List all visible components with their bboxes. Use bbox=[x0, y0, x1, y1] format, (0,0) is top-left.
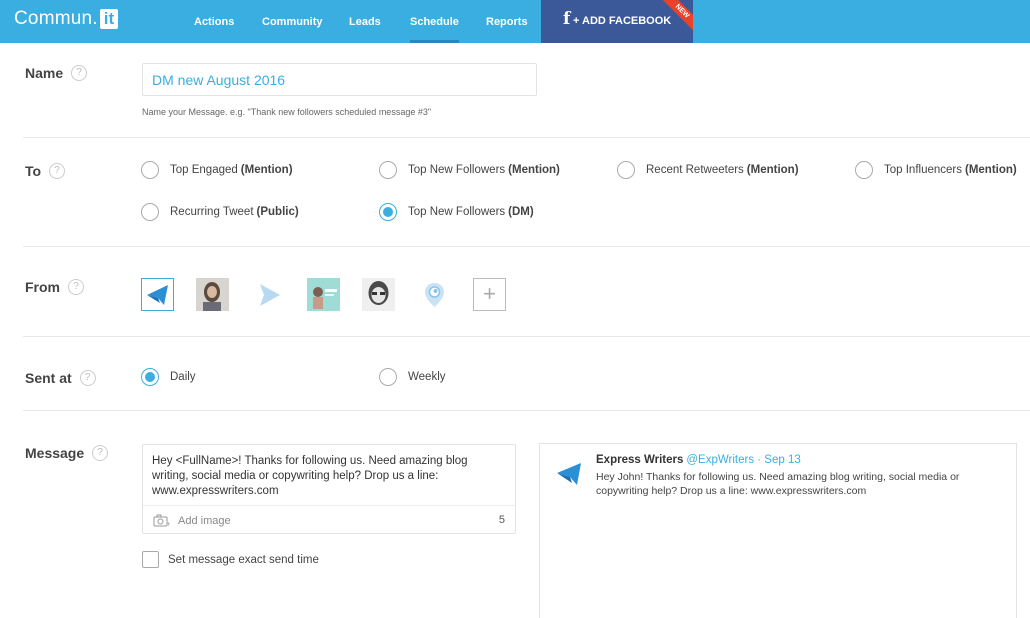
name-hint-text: Name your Message. e.g. "Thank new follo… bbox=[142, 107, 432, 117]
avatar bbox=[307, 278, 340, 311]
nav-reports[interactable]: Reports bbox=[486, 0, 528, 43]
radio-weekly[interactable]: Weekly bbox=[379, 368, 446, 386]
radio-recent-retweeters-mention[interactable]: Recent Retweeters (Mention) bbox=[617, 161, 799, 179]
divider bbox=[23, 246, 1030, 247]
account-avatar-man[interactable] bbox=[362, 278, 395, 311]
svg-text:+: + bbox=[166, 521, 170, 527]
name-label: Name ? bbox=[25, 65, 88, 81]
help-icon[interactable]: ? bbox=[79, 370, 96, 386]
account-teal-brand[interactable] bbox=[307, 278, 340, 311]
help-icon[interactable]: ? bbox=[71, 65, 88, 81]
plus-icon: + bbox=[573, 15, 580, 27]
radio-circle bbox=[141, 368, 159, 386]
help-icon[interactable]: ? bbox=[49, 163, 66, 179]
help-icon[interactable]: ? bbox=[68, 279, 84, 295]
radio-circle bbox=[617, 161, 635, 179]
radio-top-new-followers-dm[interactable]: Top New Followers (DM) bbox=[379, 203, 534, 221]
camera-icon: + bbox=[153, 514, 170, 527]
facebook-icon: f bbox=[563, 9, 571, 29]
from-label: From ? bbox=[25, 279, 84, 295]
radio-circle bbox=[379, 203, 397, 221]
help-icon[interactable]: ? bbox=[92, 445, 109, 461]
preview-handle[interactable]: @ExpWriters · Sep 13 bbox=[686, 454, 800, 466]
preview-text: Hey John! Thanks for following us. Need … bbox=[596, 471, 960, 497]
add-image-button[interactable]: + Add image bbox=[153, 514, 231, 527]
message-name-input[interactable]: DM new August 2016 bbox=[142, 63, 537, 96]
message-preview-card: Express Writers @ExpWriters · Sep 13 Hey … bbox=[539, 443, 1017, 618]
avatar bbox=[196, 278, 229, 311]
account-express-writers[interactable] bbox=[141, 278, 174, 311]
character-counter: 5 bbox=[498, 514, 505, 526]
nav-schedule[interactable]: Schedule bbox=[410, 0, 459, 43]
account-location-pin[interactable] bbox=[418, 278, 451, 311]
paper-plane-icon bbox=[260, 284, 280, 306]
radio-top-influencers-mention[interactable]: Top Influencers (Mention) bbox=[855, 161, 1017, 179]
top-nav-bar: Commun. it Actions Community Leads Schedu… bbox=[0, 0, 1030, 43]
message-textarea[interactable]: Hey <FullName>! Thanks for following us.… bbox=[142, 444, 516, 534]
radio-circle bbox=[379, 161, 397, 179]
avatar bbox=[362, 278, 395, 311]
radio-top-engaged-mention[interactable]: Top Engaged (Mention) bbox=[141, 161, 293, 179]
account-paper-plane-faded[interactable] bbox=[252, 278, 285, 311]
app-logo[interactable]: Commun. it bbox=[14, 8, 119, 30]
add-account-button[interactable]: + bbox=[473, 278, 506, 311]
exact-send-time-checkbox[interactable] bbox=[142, 551, 159, 568]
radio-recurring-tweet-public[interactable]: Recurring Tweet (Public) bbox=[141, 203, 299, 221]
account-avatar-woman[interactable] bbox=[196, 278, 229, 311]
divider bbox=[23, 336, 1030, 337]
radio-daily[interactable]: Daily bbox=[141, 368, 196, 386]
sent-at-label: Sent at ? bbox=[25, 370, 96, 386]
preview-author-name: Express Writers bbox=[596, 454, 684, 466]
preview-header: Express Writers @ExpWriters · Sep 13 bbox=[596, 454, 801, 466]
radio-circle bbox=[379, 368, 397, 386]
radio-circle bbox=[141, 203, 159, 221]
message-label: Message ? bbox=[25, 445, 109, 461]
add-facebook-button[interactable]: f + ADD FACEBOOK NEW bbox=[541, 0, 693, 43]
nav-community[interactable]: Community bbox=[262, 0, 323, 43]
nav-actions[interactable]: Actions bbox=[194, 0, 234, 43]
paper-plane-icon bbox=[557, 463, 581, 485]
radio-circle bbox=[855, 161, 873, 179]
paper-plane-icon bbox=[147, 285, 168, 305]
radio-circle bbox=[141, 161, 159, 179]
radio-top-new-followers-mention[interactable]: Top New Followers (Mention) bbox=[379, 161, 560, 179]
divider bbox=[23, 137, 1030, 138]
message-text[interactable]: Hey <FullName>! Thanks for following us.… bbox=[152, 454, 502, 499]
message-footer: + Add image 5 bbox=[143, 505, 515, 534]
location-pin-icon bbox=[425, 283, 444, 307]
nav-leads[interactable]: Leads bbox=[349, 0, 381, 43]
to-label: To ? bbox=[25, 163, 66, 179]
divider bbox=[23, 410, 1030, 411]
add-facebook-label: ADD FACEBOOK bbox=[582, 15, 672, 27]
exact-send-time-checkbox-row[interactable]: Set message exact send time bbox=[142, 551, 319, 568]
